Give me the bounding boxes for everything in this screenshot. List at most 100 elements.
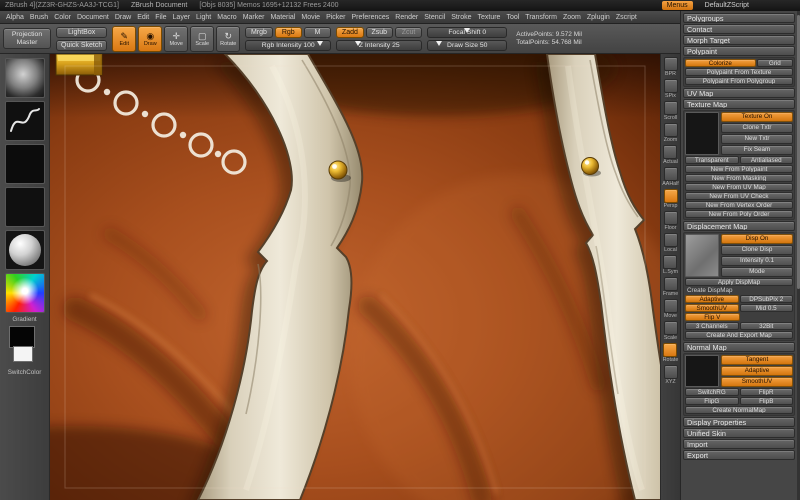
disp-smoothuv-button[interactable]: SmoothUV <box>685 304 739 312</box>
grid-button[interactable]: Grid <box>756 59 793 67</box>
polypaint-header[interactable]: Polypaint <box>683 46 795 56</box>
menu-item[interactable]: Material <box>270 14 295 21</box>
shelf-toggle-button[interactable]: Frame <box>663 277 678 297</box>
shelf-toggle-button[interactable]: Move <box>663 299 678 319</box>
shelf-toggle-button[interactable]: Rotate <box>663 343 678 363</box>
clone-disp-button[interactable]: Clone Disp <box>721 245 793 255</box>
brush-selector[interactable] <box>4 58 45 98</box>
new-from-button[interactable]: New From Masking <box>685 174 793 182</box>
create-and-export-map-button[interactable]: Create And Export Map <box>685 331 793 339</box>
quick-sketch-button[interactable]: Quick Sketch <box>56 39 108 51</box>
dpsubpix-slider[interactable]: DPSubPix 2 <box>739 295 793 303</box>
m-button[interactable]: M <box>303 26 332 38</box>
tool-mode-button[interactable]: ↻ Rotate <box>216 25 241 52</box>
disp-intensity-slider[interactable]: Intensity 0.1 <box>721 256 793 266</box>
menu-item[interactable]: Stencil <box>424 14 445 21</box>
texture-map-header[interactable]: Texture Map <box>683 99 795 109</box>
normal-map-header[interactable]: Normal Map <box>683 342 795 352</box>
subpalette-header[interactable]: Export <box>683 450 795 460</box>
channels-button[interactable]: 3 Channels <box>685 322 739 330</box>
shelf-toggle-button[interactable]: Local <box>663 233 678 253</box>
gradient-label[interactable]: Gradient <box>12 316 36 323</box>
new-from-button[interactable]: New From UV Check <box>685 192 793 200</box>
displacement-map-header[interactable]: Displacement Map <box>683 221 795 231</box>
apply-dispmap-button[interactable]: Apply DispMap <box>685 278 793 286</box>
new-texture-button[interactable]: New Txtr <box>721 134 793 144</box>
shelf-toggle-button[interactable]: Scale <box>663 321 678 341</box>
mid-slider[interactable]: Mid 0.5 <box>739 304 793 312</box>
main-color-swatch[interactable] <box>8 326 35 348</box>
subpalette-header[interactable]: Import <box>683 439 795 449</box>
tool-mode-button[interactable]: ✎ Edit <box>112 25 137 52</box>
disp-mode-button[interactable]: Mode <box>721 267 793 277</box>
subpalette-header[interactable]: Contact <box>683 24 795 34</box>
disp-adaptive-button[interactable]: Adaptive <box>685 295 739 303</box>
new-from-button[interactable]: New From Vertex Order <box>685 201 793 209</box>
clone-texture-button[interactable]: Clone Txtr <box>721 123 793 133</box>
menu-item[interactable]: Texture <box>477 14 500 21</box>
color-swatches[interactable] <box>5 326 45 366</box>
colorize-button[interactable]: Colorize <box>685 59 756 67</box>
focal-shift-slider[interactable]: Focal Shift 0 <box>427 26 508 38</box>
menu-item[interactable]: Light <box>196 14 211 21</box>
tangent-button[interactable]: Tangent <box>721 355 793 365</box>
switch-rg-button[interactable]: SwitchRG <box>685 388 739 396</box>
texture-on-button[interactable]: Texture On <box>721 112 793 122</box>
shelf-toggle-button[interactable]: Zoom <box>663 123 678 143</box>
new-from-button[interactable]: New From Polypaint <box>685 165 793 173</box>
uv-map-header[interactable]: UV Map <box>683 88 795 98</box>
tool-mode-button[interactable]: ◉ Draw <box>138 25 163 52</box>
menu-item[interactable]: Color <box>54 14 71 21</box>
menu-item[interactable]: Tool <box>506 14 519 21</box>
displacement-thumbnail[interactable] <box>685 234 719 277</box>
projection-master-button[interactable]: Projection Master <box>3 27 51 50</box>
menu-item[interactable]: Edit <box>137 14 149 21</box>
tool-mode-button[interactable]: ▢ Scale <box>190 25 215 52</box>
shelf-toggle-button[interactable]: SPix <box>663 79 678 99</box>
menu-item[interactable]: Brush <box>30 14 48 21</box>
secondary-color-swatch[interactable] <box>12 346 33 362</box>
menu-item[interactable]: Draw <box>115 14 131 21</box>
mrgb-button[interactable]: Mrgb <box>245 26 273 38</box>
menu-item[interactable]: Render <box>395 14 418 21</box>
new-from-button[interactable]: New From Poly Order <box>685 210 793 218</box>
nm-smoothuv-button[interactable]: SmoothUV <box>721 377 793 387</box>
fix-seam-button[interactable]: Fix Seam <box>721 145 793 155</box>
antialiased-button[interactable]: Antialiased <box>739 156 793 164</box>
menu-item[interactable]: Layer <box>173 14 191 21</box>
create-normalmap-button[interactable]: Create NormalMap <box>685 406 793 414</box>
document-canvas[interactable] <box>0 20 690 500</box>
subpalette-header[interactable]: Polygroups <box>683 13 795 23</box>
shelf-toggle-button[interactable]: AAHalf <box>662 167 679 187</box>
lightbox-button[interactable]: LightBox <box>56 26 108 38</box>
menu-item[interactable]: Zscript <box>616 14 637 21</box>
z-intensity-slider[interactable]: Z Intensity 25 <box>336 39 423 51</box>
menu-item[interactable]: File <box>155 14 166 21</box>
shelf-toggle-button[interactable]: Floor <box>663 211 678 231</box>
rgb-button[interactable]: Rgb <box>274 26 302 38</box>
subpalette-header[interactable]: Display Properties <box>683 417 795 427</box>
menu-item[interactable]: Zplugin <box>587 14 610 21</box>
menu-item[interactable]: Marker <box>243 14 265 21</box>
menu-item[interactable]: Preferences <box>352 14 390 21</box>
menu-item[interactable]: Alpha <box>6 14 24 21</box>
shelf-toggle-button[interactable]: BPR <box>663 57 678 77</box>
flip-b-button[interactable]: FlipB <box>739 397 793 405</box>
tool-mode-button[interactable]: ✛ Move <box>164 25 189 52</box>
menu-item[interactable]: Stroke <box>451 14 471 21</box>
bits-button[interactable]: 32Bit <box>739 322 793 330</box>
texture-selector[interactable] <box>4 187 45 227</box>
zadd-button[interactable]: Zadd <box>336 26 364 38</box>
nm-adaptive-button[interactable]: Adaptive <box>721 366 793 376</box>
menu-item[interactable]: Document <box>77 14 109 21</box>
switchcolor-label[interactable]: SwitchColor <box>8 369 42 376</box>
disp-on-button[interactable]: Disp On <box>721 234 793 244</box>
zsub-button[interactable]: Zsub <box>365 26 393 38</box>
menu-item[interactable]: Macro <box>217 14 236 21</box>
flip-r-button[interactable]: FlipR <box>739 388 793 396</box>
polypaint-from-texture-button[interactable]: Polypaint From Texture <box>685 68 793 76</box>
alpha-selector[interactable] <box>4 144 45 184</box>
menu-item[interactable]: Movie <box>301 14 320 21</box>
material-selector[interactable] <box>4 230 45 270</box>
menus-toggle-button[interactable]: Menus <box>661 1 693 10</box>
